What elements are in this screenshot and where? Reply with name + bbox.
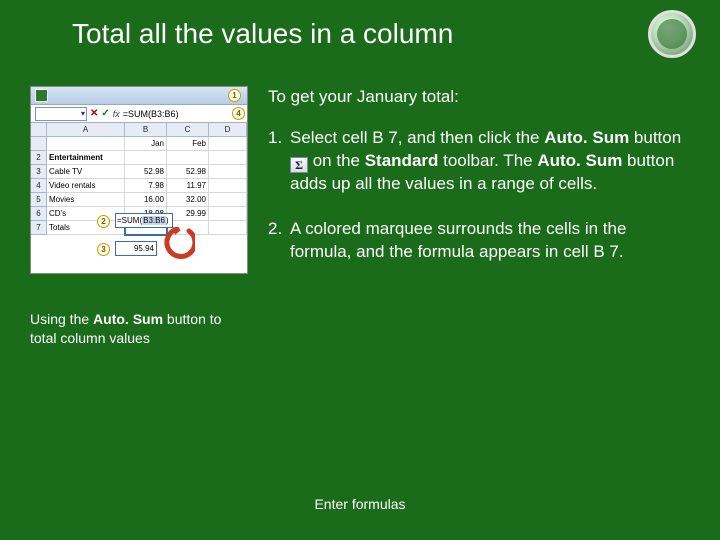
institute-seal	[648, 10, 696, 58]
cell: Totals	[47, 221, 125, 235]
sum-tooltip: =SUM(B3:B6)	[115, 213, 173, 228]
cell	[125, 151, 167, 165]
name-box	[35, 107, 87, 121]
cell: Entertainment	[47, 151, 125, 165]
col-header: D	[209, 123, 247, 137]
callout-1: 1	[228, 89, 241, 102]
enter-icon: ✓	[101, 108, 109, 119]
step-number: 1.	[268, 127, 290, 196]
row-header: 2	[31, 151, 47, 165]
cell: 52.98	[167, 165, 209, 179]
callout-4: 4	[232, 107, 245, 120]
cell: 16.00	[125, 193, 167, 207]
excel-logo-icon	[35, 89, 48, 102]
cell: CD's	[47, 207, 125, 221]
cell: 29.99	[167, 207, 209, 221]
row-header: 5	[31, 193, 47, 207]
cell: Cable TV	[47, 165, 125, 179]
step-2: 2. A colored marquee surrounds the cells…	[268, 218, 688, 264]
cell	[167, 151, 209, 165]
result-box: 95.94	[115, 241, 157, 256]
fx-icon: fx	[113, 109, 120, 119]
cell: Movies	[47, 193, 125, 207]
cell: 52.98	[125, 165, 167, 179]
cell: 11.97	[167, 179, 209, 193]
col-header: B	[125, 123, 167, 137]
formula-bar-text: =SUM(B3:B6)	[123, 109, 179, 119]
screenshot-caption: Using the Auto. Sum button to total colu…	[30, 310, 248, 348]
cell: 7.98	[125, 179, 167, 193]
cancel-icon: ✕	[90, 108, 98, 119]
row-header: 6	[31, 207, 47, 221]
row-header: 7	[31, 221, 47, 235]
excel-screenshot: 1 ✕ ✓ fx =SUM(B3:B6) 4 A B C D	[30, 86, 248, 274]
cell: Video rentals	[47, 179, 125, 193]
autosum-sigma-icon: Σ	[290, 157, 308, 173]
cell: 32.00	[167, 193, 209, 207]
cell: Feb	[167, 137, 209, 151]
row-header: 3	[31, 165, 47, 179]
callout-3: 3	[97, 243, 110, 256]
footer-text: Enter formulas	[0, 496, 720, 512]
col-header: A	[47, 123, 125, 137]
callout-2: 2	[97, 215, 110, 228]
page-title: Total all the values in a column	[72, 18, 453, 50]
intro-text: To get your January total:	[268, 86, 688, 109]
step-1: 1. Select cell B 7, and then click the A…	[268, 127, 688, 196]
row-header: 4	[31, 179, 47, 193]
col-header: C	[167, 123, 209, 137]
step-number: 2.	[268, 218, 290, 264]
cell: Jan	[125, 137, 167, 151]
swirl-arrow-icon	[159, 227, 195, 261]
